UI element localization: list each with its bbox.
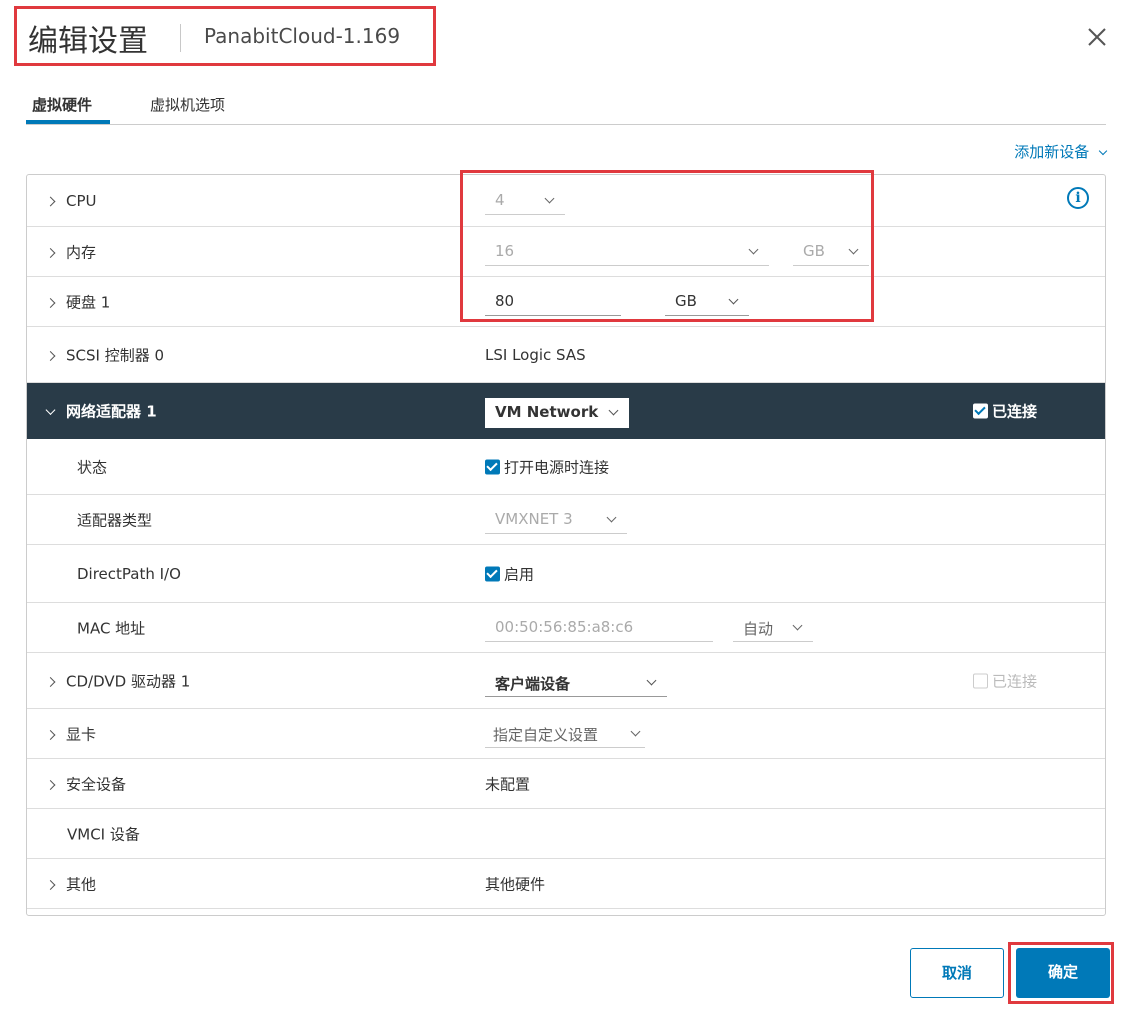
security-label[interactable]: 安全设备	[45, 773, 126, 794]
row-directpath: DirectPath I/O 启用	[27, 545, 1105, 603]
cd-dvd-label[interactable]: CD/DVD 驱动器 1	[45, 670, 190, 691]
network-adapter-label[interactable]: 网络适配器 1	[45, 401, 157, 422]
mac-mode-select[interactable]: 自动	[733, 614, 813, 642]
other-label[interactable]: 其他	[45, 873, 96, 894]
chevron-right-icon	[45, 879, 56, 890]
chevron-right-icon	[45, 350, 56, 361]
mac-address-input[interactable]: 00:50:56:85:a8:c6	[485, 614, 713, 642]
title-separator	[180, 24, 181, 52]
video-card-label[interactable]: 显卡	[45, 723, 96, 744]
row-security-device[interactable]: 安全设备 未配置	[27, 759, 1105, 809]
tab-bar: 虚拟硬件 虚拟机选项	[26, 82, 1106, 125]
directpath-label: DirectPath I/O	[77, 564, 181, 583]
memory-label[interactable]: 内存	[45, 241, 96, 262]
cd-dvd-connected-checkbox[interactable]: 已连接	[973, 670, 1037, 691]
row-cd-dvd-drive[interactable]: CD/DVD 驱动器 1 客户端设备 已连接	[27, 653, 1105, 709]
chevron-right-icon	[45, 779, 56, 790]
network-connected-checkbox[interactable]: 已连接	[973, 401, 1037, 422]
checkbox-checked-icon	[485, 566, 500, 581]
security-value: 未配置	[485, 775, 531, 793]
network-select[interactable]: VM Network	[485, 398, 629, 428]
row-video-card[interactable]: 显卡 指定自定义设置	[27, 709, 1105, 759]
chevron-down-icon	[606, 512, 617, 522]
adapter-type-select[interactable]: VMXNET 3	[485, 506, 627, 534]
chevron-right-icon	[45, 196, 56, 206]
chevron-down-icon	[1098, 146, 1108, 156]
scsi-label[interactable]: SCSI 控制器 0	[45, 344, 164, 365]
row-other[interactable]: 其他 其他硬件	[27, 859, 1105, 909]
status-label: 状态	[77, 458, 108, 476]
close-icon[interactable]	[1084, 24, 1110, 50]
other-value: 其他硬件	[485, 875, 546, 893]
chevron-down-icon	[608, 405, 619, 416]
video-card-select[interactable]: 指定自定义设置	[485, 720, 645, 748]
scsi-value: LSI Logic SAS	[485, 345, 586, 364]
tab-vm-options[interactable]: 虚拟机选项	[150, 94, 225, 115]
row-status: 状态 打开电源时连接	[27, 439, 1105, 495]
cpu-label[interactable]: CPU	[45, 192, 97, 210]
chevron-down-icon	[646, 675, 657, 686]
settings-highlight-box	[460, 170, 874, 322]
cancel-button[interactable]: 取消	[910, 948, 1004, 998]
cd-dvd-select[interactable]: 客户端设备	[485, 669, 667, 697]
add-device-label: 添加新设备	[1014, 143, 1090, 161]
adapter-type-label: 适配器类型	[77, 511, 153, 529]
checkbox-checked-icon	[973, 403, 988, 419]
chevron-down-icon	[630, 726, 641, 736]
active-tab-indicator	[26, 120, 110, 124]
row-vmci-device: VMCI 设备	[27, 809, 1105, 859]
chevron-right-icon	[45, 676, 56, 687]
chevron-down-icon	[45, 405, 56, 415]
info-icon[interactable]: i	[1067, 187, 1089, 209]
chevron-right-icon	[45, 729, 56, 740]
row-adapter-type: 适配器类型 VMXNET 3	[27, 495, 1105, 545]
dialog-title: 编辑设置	[28, 24, 148, 59]
checkbox-checked-icon	[485, 459, 500, 474]
checkbox-unchecked-icon	[973, 673, 988, 688]
chevron-right-icon	[45, 297, 56, 308]
connect-at-power-on-checkbox[interactable]: 打开电源时连接	[485, 456, 609, 477]
vmci-label: VMCI 设备	[67, 825, 140, 843]
ok-button[interactable]: 确定	[1016, 948, 1110, 998]
directpath-enable-checkbox[interactable]: 启用	[485, 563, 534, 584]
row-network-adapter[interactable]: 网络适配器 1 VM Network 已连接	[27, 383, 1105, 439]
chevron-right-icon	[45, 247, 56, 258]
chevron-down-icon	[792, 620, 803, 630]
add-new-device-button[interactable]: 添加新设备	[1014, 141, 1108, 162]
mac-label: MAC 地址	[77, 619, 146, 637]
row-scsi-controller[interactable]: SCSI 控制器 0 LSI Logic SAS	[27, 327, 1105, 383]
tab-virtual-hardware[interactable]: 虚拟硬件	[32, 94, 92, 115]
dialog-header: 编辑设置 PanabitCloud-1.169	[0, 0, 1134, 80]
row-mac-address: MAC 地址 00:50:56:85:a8:c6 自动	[27, 603, 1105, 653]
vm-name: PanabitCloud-1.169	[204, 24, 401, 48]
disk-label[interactable]: 硬盘 1	[45, 291, 110, 312]
